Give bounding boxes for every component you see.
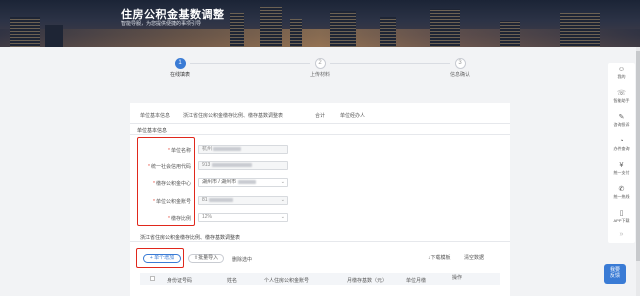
sidebar-item-label: 智能助手 bbox=[613, 98, 630, 103]
download-template-link[interactable]: ↓下载模板 bbox=[428, 254, 451, 261]
sidebar-item-progress[interactable]: ◔ 办件查询 bbox=[608, 138, 635, 152]
sidebar-item-app[interactable]: ▯ APP下载 bbox=[608, 210, 635, 224]
step-3-label: 信息确认 bbox=[449, 72, 470, 78]
tab-adjustment-table[interactable]: 浙江省住房公积金缴存比例、缴存基数调整表 bbox=[183, 112, 283, 119]
highlight-box-labels bbox=[137, 137, 195, 226]
complaint-icon: ✎ bbox=[618, 114, 625, 121]
divider bbox=[130, 134, 510, 135]
progress-icon: ◔ bbox=[619, 138, 624, 145]
step-2: 2 上传材料 bbox=[290, 58, 350, 78]
sidebar-item-label: 办件查询 bbox=[613, 146, 630, 151]
tab-total[interactable]: 合计 bbox=[315, 112, 325, 119]
column-fund-account: 个人住房公积金账号 bbox=[264, 278, 310, 284]
feedback-label: 反馈 bbox=[609, 273, 620, 279]
step-1-label: 在线填表 bbox=[169, 72, 190, 78]
headset-icon: ☏ bbox=[617, 90, 626, 97]
delete-selected-link[interactable]: 删除选中 bbox=[232, 256, 252, 263]
clear-data-link[interactable]: 清空数据 bbox=[464, 254, 484, 261]
column-name: 姓名 bbox=[227, 278, 238, 284]
chevron-down-icon: ⌄ bbox=[280, 214, 285, 220]
banner-building bbox=[330, 11, 356, 47]
deposit-ratio-select[interactable]: 12% ⌄ bbox=[198, 213, 288, 222]
select-all-checkbox[interactable] bbox=[150, 276, 155, 281]
double-chevron-icon: » bbox=[619, 231, 624, 238]
chevron-down-icon: ⌄ bbox=[280, 197, 285, 203]
unit-info-title: 单位基本信息 bbox=[137, 128, 168, 134]
tab-unit-info[interactable]: 单位基本信息 bbox=[140, 112, 170, 119]
adjustment-table-title: 浙江省住房公积金缴存比例、缴存基数调整表 bbox=[140, 235, 241, 241]
banner-building bbox=[290, 19, 302, 47]
step-3-number: 3 bbox=[454, 58, 466, 69]
hotline-icon: ✆ bbox=[618, 186, 625, 193]
batch-import-button[interactable]: ⇪批量导入 bbox=[188, 254, 224, 263]
sidebar-item-label: 统一热线 bbox=[613, 194, 630, 199]
banner-skyline-glow bbox=[0, 29, 640, 47]
step-2-number: 2 bbox=[314, 58, 326, 69]
fund-center-select[interactable]: 湖州市 / 湖州市 ⌄ bbox=[198, 178, 288, 187]
sidebar-item-mine[interactable]: ☺ 我的 bbox=[608, 66, 635, 80]
page-scrollbar[interactable] bbox=[636, 47, 640, 296]
banner-building bbox=[45, 25, 63, 47]
step-1: 1 在线填表 bbox=[150, 58, 210, 78]
step-2-label: 上传材料 bbox=[309, 72, 330, 78]
column-unit-monthly: 单位月缴 bbox=[406, 278, 427, 284]
highlight-box-add bbox=[136, 248, 184, 268]
sidebar-item-payment[interactable]: ¥ 统一支付 bbox=[608, 162, 635, 176]
header-banner: 住房公积金基数调整 智能导服，为您提供便捷的事项引导 bbox=[0, 0, 640, 47]
sidebar-expand[interactable]: » bbox=[608, 231, 635, 239]
sidebar-item-complaint[interactable]: ✎ 咨询投诉 bbox=[608, 114, 635, 128]
banner-building bbox=[500, 21, 520, 47]
unit-name-field[interactable]: 杭州 bbox=[198, 145, 288, 154]
banner-building bbox=[430, 9, 460, 47]
step-3: 3 信息确认 bbox=[430, 58, 490, 78]
sidebar-item-label: 咨询投诉 bbox=[613, 122, 630, 127]
user-icon: ☺ bbox=[617, 66, 626, 73]
banner-building bbox=[230, 13, 244, 47]
step-1-number: 1 bbox=[174, 58, 186, 69]
scrollbar-thumb[interactable] bbox=[636, 51, 640, 261]
pay-icon: ¥ bbox=[619, 162, 624, 169]
progress-steps: 1 在线填表 2 上传材料 3 信息确认 bbox=[120, 58, 520, 88]
chevron-down-icon: ⌄ bbox=[280, 179, 285, 185]
sidebar-item-label: 统一支付 bbox=[613, 170, 630, 175]
column-monthly-base: 月缴存基数（元） bbox=[347, 278, 388, 284]
banner-building bbox=[380, 17, 396, 47]
banner-building bbox=[10, 17, 40, 47]
app-icon: ▯ bbox=[619, 210, 624, 217]
table-header bbox=[140, 273, 500, 285]
banner-building bbox=[560, 13, 600, 47]
credit-code-field[interactable]: 913 bbox=[198, 161, 288, 170]
sidebar-item-assistant[interactable]: ☏ 智能助手 bbox=[608, 90, 635, 104]
feedback-button[interactable]: 我要 反馈 bbox=[604, 264, 626, 284]
banner-building bbox=[260, 7, 282, 47]
page-subtitle: 智能导服，为您提供便捷的事项引导 bbox=[121, 21, 202, 27]
fund-account-field[interactable]: 81 ⌄ bbox=[198, 196, 288, 205]
right-sidebar: ☺ 我的 ☏ 智能助手 ✎ 咨询投诉 ◔ 办件查询 ¥ 统一支付 ✆ 统一热线 … bbox=[608, 63, 635, 243]
sidebar-item-label: 我的 bbox=[617, 74, 626, 79]
column-id-number: 身份证号码 bbox=[167, 278, 193, 284]
tab-handler[interactable]: 单位经办人 bbox=[340, 112, 365, 119]
divider bbox=[130, 241, 510, 242]
sidebar-item-hotline[interactable]: ✆ 统一热线 bbox=[608, 186, 635, 200]
column-actions: 操作 bbox=[452, 275, 463, 281]
sidebar-item-label: APP下载 bbox=[613, 218, 630, 223]
section-tabs: 单位基本信息 浙江省住房公积金缴存比例、缴存基数调整表 合计 单位经办人 bbox=[130, 108, 510, 124]
